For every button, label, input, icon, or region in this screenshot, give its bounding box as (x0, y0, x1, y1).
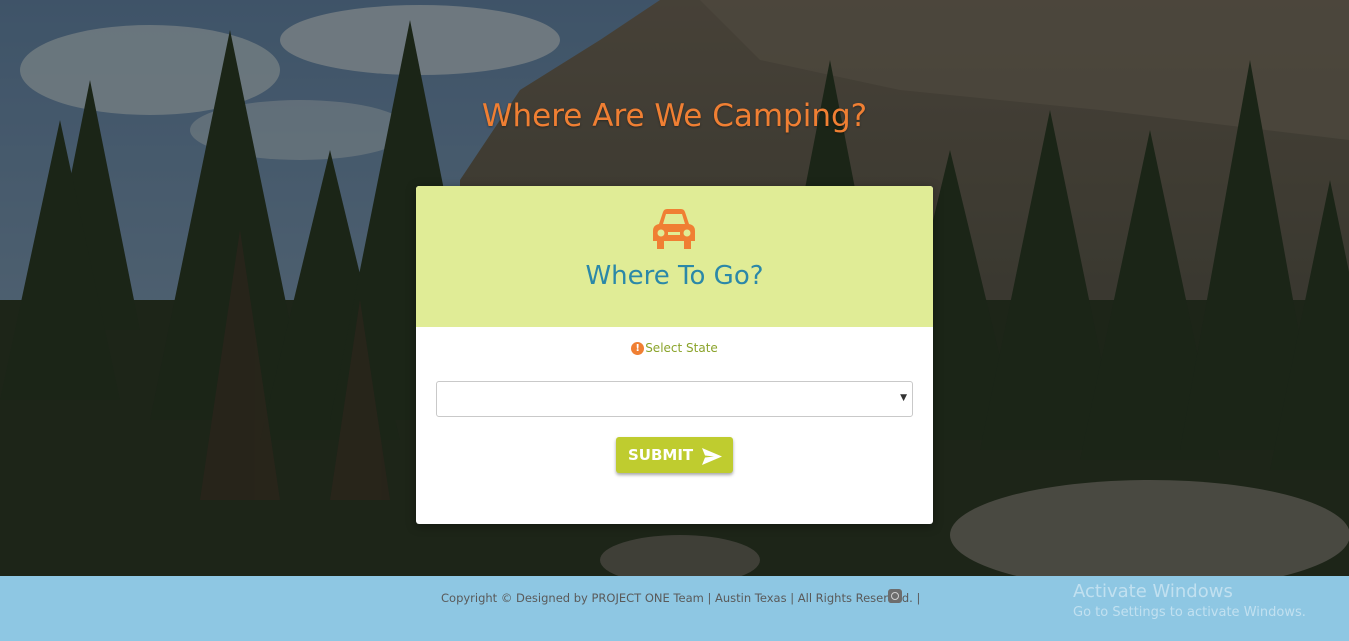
copyright-text: Copyright © Designed by PROJECT ONE Team… (441, 591, 921, 605)
state-label: Select State (645, 341, 718, 355)
watermark-line-1: Activate Windows (1073, 581, 1233, 602)
activate-windows-watermark: Activate Windows Go to Settings to activ… (1073, 581, 1306, 620)
page-heading: Where Are We Camping? (481, 98, 868, 134)
state-select[interactable]: ▼ (436, 381, 913, 417)
card-title: Where To Go? (585, 261, 764, 291)
card-header: Where To Go? (416, 186, 933, 327)
github-icon[interactable] (888, 589, 902, 603)
watermark-line-2: Go to Settings to activate Windows. (1073, 605, 1306, 620)
send-icon (702, 448, 722, 465)
footer: Copyright © Designed by PROJECT ONE Team… (0, 576, 1349, 641)
submit-label: SUBMIT (628, 446, 694, 464)
hero-background: Where Are We Camping? Where To Go? ! Sele… (0, 0, 1349, 576)
car-icon (653, 209, 695, 249)
exclamation-circle-icon: ! (631, 342, 645, 355)
submit-button[interactable]: SUBMIT (616, 437, 733, 473)
chevron-down-icon: ▼ (900, 393, 907, 403)
destination-form-card: Where To Go? ! Select State ▼ SUBMIT (416, 186, 933, 524)
state-label-row: ! Select State (416, 341, 933, 355)
